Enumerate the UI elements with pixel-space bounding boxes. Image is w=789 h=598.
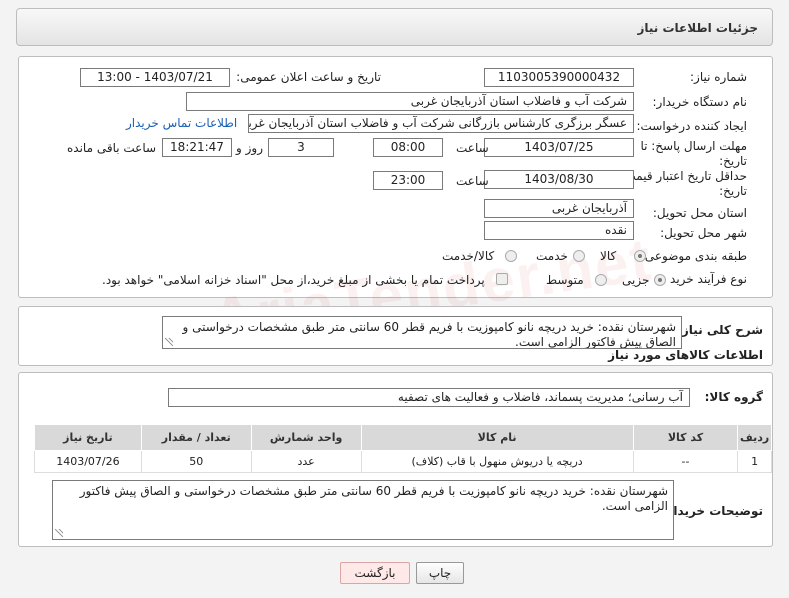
city-field: نقده: [484, 221, 634, 240]
creator-label: ایجاد کننده درخواست:: [636, 119, 747, 133]
category-option-service: خدمت: [536, 249, 568, 263]
deadline-label: مهلت ارسال پاسخ: تا: [640, 139, 747, 153]
col-qty: تعداد / مقدار: [140, 424, 252, 451]
announce-label: تاریخ و ساعت اعلان عمومی:: [236, 70, 381, 84]
province-label: استان محل تحویل:: [652, 206, 747, 220]
province-field: آذربایجان غربی: [484, 199, 634, 218]
col-date: تاریخ نیاز: [34, 424, 142, 451]
validity-time-label: ساعت: [456, 174, 489, 188]
description-textarea: شهرستان نقده: خرید دریچه نانو کامپوزیت ب…: [162, 316, 682, 349]
remaining-label: ساعت باقی مانده: [67, 141, 157, 155]
col-unit: واحد شمارش: [250, 424, 362, 451]
process-radio-minor[interactable]: [654, 274, 666, 286]
description-text: شهرستان نقده: خرید دریچه نانو کامپوزیت ب…: [182, 320, 676, 349]
city-label: شهر محل تحویل:: [660, 226, 747, 240]
treasury-checkbox[interactable]: [496, 273, 508, 285]
category-label: طبقه بندی موضوعی:: [640, 249, 747, 263]
col-row: ردیف: [737, 424, 772, 451]
process-option-minor: جزیی: [622, 273, 650, 287]
buyer-org-field: شرکت آب و فاضلاب استان آذربایجان غربی: [186, 92, 634, 111]
validity-date-label: تاریخ:: [719, 184, 747, 198]
deadline-time-label: ساعت: [456, 141, 489, 155]
process-option-medium: متوسط: [546, 273, 584, 287]
cell-qty: 50: [140, 450, 252, 473]
print-button[interactable]: چاپ: [416, 562, 464, 584]
remaining-time-field: 18:21:47: [162, 138, 232, 157]
cell-row: 1: [737, 450, 772, 473]
process-label: نوع فرآیند خرید :: [662, 272, 747, 286]
category-option-goods: کالا: [600, 249, 617, 263]
goods-table-header: ردیف کد کالا نام کالا واحد شمارش تعداد /…: [34, 424, 772, 451]
page-header: جزئیات اطلاعات نیاز: [16, 8, 773, 46]
days-label: روز و: [236, 141, 263, 155]
announce-field: 1403/07/21 - 13:00: [80, 68, 230, 87]
validity-time-field: 23:00: [373, 171, 443, 190]
col-code: کد کالا: [632, 424, 739, 451]
days-remaining-field: 3: [268, 138, 334, 157]
deadline-date-field: 1403/07/25: [484, 138, 634, 157]
category-radio-goods[interactable]: [634, 250, 646, 262]
process-radio-medium[interactable]: [595, 274, 607, 286]
cell-unit: عدد: [250, 450, 362, 473]
buyer-org-label: نام دستگاه خریدار:: [652, 95, 748, 109]
buyer-notes-text: شهرستان نقده: خرید دریچه نانو کامپوزیت ب…: [79, 484, 668, 513]
creator-field: عسگر برزگری کارشناس بازرگانی شرکت آب و ف…: [248, 114, 634, 133]
buyer-notes-label: توضیحات خریدار:: [661, 504, 763, 518]
goods-table: ردیف کد کالا نام کالا واحد شمارش تعداد /…: [34, 424, 772, 473]
col-name: نام کالا: [360, 424, 634, 451]
treasury-note: پرداخت تمام یا بخشی از مبلغ خرید،از محل …: [102, 273, 485, 287]
page-title: جزئیات اطلاعات نیاز: [637, 21, 758, 35]
validity-date-field: 1403/08/30: [484, 170, 634, 189]
category-radio-both[interactable]: [505, 250, 517, 262]
cell-code: --: [632, 450, 739, 473]
goods-group-label: گروه کالا:: [704, 390, 763, 404]
contact-buyer-link[interactable]: اطلاعات تماس خریدار: [126, 116, 237, 130]
deadline-time-field: 08:00: [373, 138, 443, 157]
need-number-field: 1103005390000432: [484, 68, 634, 87]
back-button[interactable]: بازگشت: [340, 562, 410, 584]
cell-name: دریچه یا دریوش منهول با قاب (کلاف): [360, 450, 634, 473]
goods-section-title: اطلاعات کالاهای مورد نیاز: [608, 348, 763, 362]
category-option-both: کالا/خدمت: [442, 249, 495, 263]
resize-grip-icon[interactable]: [165, 338, 173, 346]
goods-group-field: آب رسانی؛ مدیریت پسماند، فاضلاب و فعالیت…: [168, 388, 690, 407]
description-label: شرح کلی نیاز:: [677, 323, 763, 337]
cell-date: 1403/07/26: [34, 450, 142, 473]
buyer-notes-textarea: شهرستان نقده: خرید دریچه نانو کامپوزیت ب…: [52, 480, 674, 540]
deadline-date-label: تاریخ:: [719, 154, 747, 168]
table-row: 1 -- دریچه یا دریوش منهول با قاب (کلاف) …: [34, 450, 772, 473]
need-number-label: شماره نیاز:: [690, 70, 747, 84]
resize-grip-icon[interactable]: [55, 529, 63, 537]
category-radio-service[interactable]: [573, 250, 585, 262]
